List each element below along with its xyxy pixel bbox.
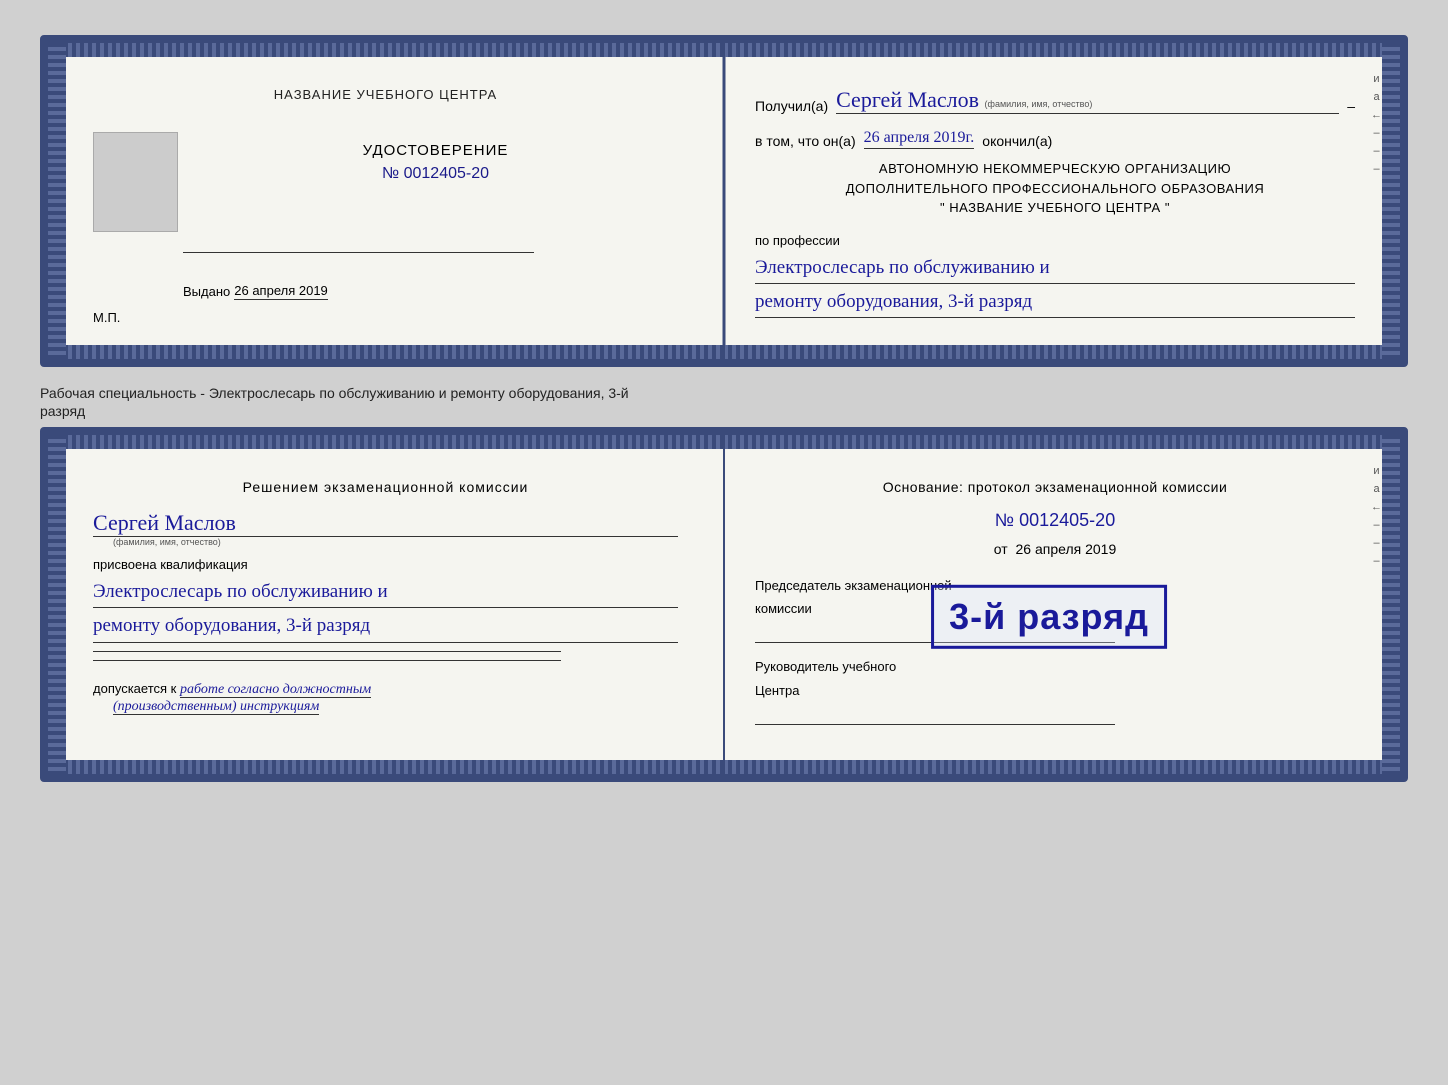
vtom-date: 26 апреля 2019г. xyxy=(864,129,975,149)
vydano-date: 26 апреля 2019 xyxy=(234,283,328,300)
rukovoditel-block: Руководитель учебного Центра xyxy=(755,658,1355,724)
cert2-left-content: Решением экзаменационной комиссии Сергей… xyxy=(93,455,678,729)
org-name-left: НАЗВАНИЕ УЧЕБНОГО ЦЕНТРА xyxy=(93,77,678,102)
profession-line1: Электрослесарь по обслуживанию и xyxy=(755,253,1355,284)
dopuskaetsya-label: допускается к xyxy=(93,681,176,696)
vydano-block: Выдано 26 апреля 2019 xyxy=(183,283,678,300)
mp-label: М.П. xyxy=(93,310,678,325)
left-border-pattern-2 xyxy=(48,435,66,774)
right-deco-2: и a ← – – – xyxy=(1371,465,1382,567)
right-border-pattern-2 xyxy=(1382,435,1400,774)
cert1-left-content: НАЗВАНИЕ УЧЕБНОГО ЦЕНТРА УДОСТОВЕРЕНИЕ №… xyxy=(93,63,678,339)
profession-line2: ремонту оборудования, 3-й разряд xyxy=(755,287,1355,318)
org-full-name: АВТОНОМНУЮ НЕКОММЕРЧЕСКУЮ ОРГАНИЗАЦИЮ ДО… xyxy=(755,159,1355,218)
dopuskaetsya-block: допускается к работе согласно должностны… xyxy=(93,681,678,715)
protocol-number: № 0012405-20 xyxy=(755,510,1355,531)
vtom-label: в том, что он(а) xyxy=(755,133,856,149)
page-container: НАЗВАНИЕ УЧЕБНОГО ЦЕНТРА УДОСТОВЕРЕНИЕ №… xyxy=(20,20,1428,797)
poluchil-label: Получил(а) xyxy=(755,98,828,114)
name2-block: Сергей Маслов (фамилия, имя, отчество) xyxy=(93,510,678,547)
fio-subtitle: (фамилия, имя, отчество) xyxy=(985,99,1093,109)
udostoverenie-title: УДОСТОВЕРЕНИЕ xyxy=(193,142,678,159)
prisvoena-text: присвоена квалификация xyxy=(93,557,678,572)
ot-label: от xyxy=(994,541,1008,557)
right-deco: и a ← – – – xyxy=(1371,73,1382,175)
right-border-pattern xyxy=(1382,43,1400,359)
stamp-text: 3-й разряд xyxy=(949,596,1149,638)
ot-date-block: от 26 апреля 2019 xyxy=(755,541,1355,557)
qualification-line2: ремонту оборудования, 3-й разряд xyxy=(93,611,678,642)
specialty-text: Рабочая специальность - Электрослесарь п… xyxy=(40,385,629,401)
specialty-text2: разряд xyxy=(40,403,85,419)
vydano-label: Выдано xyxy=(183,284,230,299)
osnovanie-title: Основание: протокол экзаменационной коми… xyxy=(755,469,1355,495)
poluchil-line: Получил(а) Сергей Маслов (фамилия, имя, … xyxy=(755,77,1355,114)
stamp: 3-й разряд xyxy=(931,585,1167,649)
cert1-left-page: НАЗВАНИЕ УЧЕБНОГО ЦЕНТРА УДОСТОВЕРЕНИЕ №… xyxy=(48,43,725,359)
resheniem-title: Решением экзаменационной комиссии xyxy=(93,469,678,495)
rukovoditel-label: Руководитель учебного xyxy=(755,658,1355,676)
ot-date: 26 апреля 2019 xyxy=(1016,541,1117,557)
vtom-line: в том, что он(а) 26 апреля 2019г. окончи… xyxy=(755,129,1355,149)
specialty-text-block: Рабочая специальность - Электрослесарь п… xyxy=(40,377,1408,427)
name2-handwritten: Сергей Маслов xyxy=(93,510,678,537)
cert1-right-content: Получил(а) Сергей Маслов (фамилия, имя, … xyxy=(755,63,1355,335)
udostoverenie-block: УДОСТОВЕРЕНИЕ № 0012405-20 xyxy=(193,132,678,203)
certificate-2: Решением экзаменационной комиссии Сергей… xyxy=(40,427,1408,782)
photo-placeholder xyxy=(93,132,178,232)
centra-label: Центра xyxy=(755,682,1355,700)
certificate-1: НАЗВАНИЕ УЧЕБНОГО ЦЕНТРА УДОСТОВЕРЕНИЕ №… xyxy=(40,35,1408,367)
cert2-right-content: Основание: протокол экзаменационной коми… xyxy=(755,455,1355,754)
fio-subtitle2: (фамилия, имя, отчество) xyxy=(113,537,678,547)
left-border-pattern xyxy=(48,43,66,359)
dash1: – xyxy=(1347,98,1355,114)
cert1-right-page: Получил(а) Сергей Маслов (фамилия, имя, … xyxy=(725,43,1400,359)
rukovoditel-sig-line xyxy=(755,705,1115,725)
cert2-right-page: Основание: протокол экзаменационной коми… xyxy=(725,435,1400,774)
recipient-name: Сергей Маслов (фамилия, имя, отчество) xyxy=(836,87,1339,114)
dopuskaetsya-value2: (производственным) инструкциям xyxy=(113,699,319,715)
po-professii-label: по профессии xyxy=(755,233,1355,248)
udostoverenie-number: № 0012405-20 xyxy=(193,165,678,183)
dopuskaetsya-value: работе согласно должностным xyxy=(180,682,371,698)
okonchil-label: окончил(а) xyxy=(982,133,1052,149)
qualification-line1: Электрослесарь по обслуживанию и xyxy=(93,577,678,608)
cert2-left-page: Решением экзаменационной комиссии Сергей… xyxy=(48,435,725,774)
